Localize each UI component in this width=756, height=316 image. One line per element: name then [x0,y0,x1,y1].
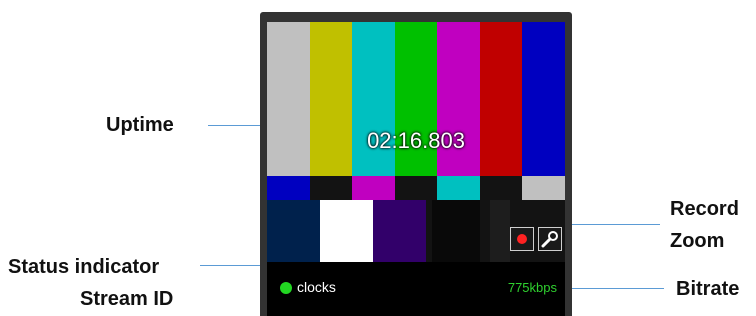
color-bar [480,200,490,262]
stream-id-callout-label: Stream ID [80,288,174,310]
record-icon [517,234,527,244]
zoom-callout-label: Zoom [670,230,725,252]
record-zoom-leader-line [564,224,660,225]
stream-player-tile[interactable]: 02:16.803 clocks 775kbps [260,12,572,316]
color-bar [490,200,510,262]
color-bar [267,200,320,262]
color-bar [320,200,373,262]
uptime-overlay: 02:16.803 [367,128,465,153]
uptime-callout-label: Uptime [106,114,174,136]
zoom-button[interactable] [538,227,562,251]
color-bar [480,176,522,200]
bitrate-leader-line [568,288,664,289]
color-bar [267,176,310,200]
record-button[interactable] [510,227,534,251]
status-indicator [280,282,292,294]
color-bar [352,176,395,200]
color-bar [310,176,352,200]
color-bar [432,200,480,262]
color-bar [522,176,565,200]
color-bar [437,176,480,200]
video-preview[interactable]: 02:16.803 clocks 775kbps [267,22,565,316]
status-bar: clocks 775kbps [267,262,565,316]
color-bar [373,200,426,262]
color-bar [395,176,437,200]
magnifier-icon [541,231,558,248]
stream-id: clocks [297,279,336,295]
status-indicator-callout-label: Status indicator [8,256,160,278]
bitrate-readout: 775kbps [507,280,557,295]
record-callout-label: Record [670,198,739,220]
bitrate-callout-label: Bitrate [676,278,740,300]
